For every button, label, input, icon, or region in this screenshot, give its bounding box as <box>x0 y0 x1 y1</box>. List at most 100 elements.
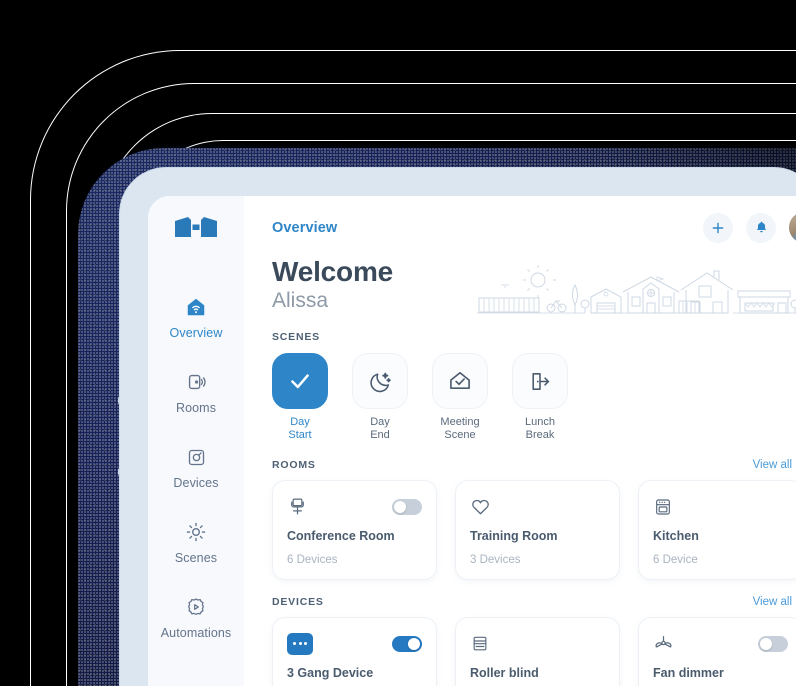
scene-label: Meeting Scene <box>440 416 479 443</box>
sidebar-item-label: Automations <box>160 626 232 640</box>
home-wifi-icon <box>185 294 207 320</box>
brightness-icon <box>185 519 207 545</box>
card-title: Kitchen <box>653 528 699 543</box>
toggle-knob <box>394 500 406 513</box>
rooms-section-header: ROOMS View all <box>272 459 796 471</box>
scene-lunch-break[interactable]: Lunch Break <box>512 353 568 443</box>
room-card-conference-room[interactable]: Conference Room 6 Devices <box>272 479 437 580</box>
brand-logo-icon <box>175 217 217 237</box>
card-top <box>470 494 605 520</box>
scene-label: Day Start <box>288 416 311 443</box>
sidebar: Overview Rooms Devices Scenes Automation… <box>148 196 244 686</box>
scene-label: Day End <box>370 416 390 443</box>
section-title: SCENES <box>272 331 320 343</box>
scene-root: Overview Rooms Devices Scenes Automation… <box>0 0 796 686</box>
bell-icon <box>756 221 766 233</box>
card-top <box>653 631 788 657</box>
room-toggle[interactable] <box>392 498 422 515</box>
scene-tile <box>272 353 328 409</box>
scene-label-line1: Day <box>370 416 390 428</box>
exit-door-icon <box>531 372 549 390</box>
scene-tile <box>512 353 568 409</box>
device-toggle[interactable] <box>758 635 788 652</box>
toggle-knob <box>760 637 772 650</box>
card-top <box>470 631 605 657</box>
moon-stars-icon <box>369 372 391 392</box>
scene-tile <box>432 353 488 409</box>
header-actions <box>703 212 796 243</box>
device-icon <box>186 444 207 470</box>
card-title: Training Room <box>470 528 558 543</box>
door-icon <box>185 369 207 395</box>
rooms-view-all-link[interactable]: View all <box>753 459 792 471</box>
fan-icon <box>653 633 674 654</box>
check-icon <box>291 374 309 389</box>
scene-label-line1: Lunch <box>525 416 555 428</box>
devices-view-all-link[interactable]: View all <box>753 596 792 608</box>
scene-label-line1: Day <box>290 416 310 428</box>
home-check-icon <box>450 371 470 389</box>
oven-icon <box>653 497 673 517</box>
card-subtitle: 6 Device <box>653 553 698 566</box>
scene-label: Lunch Break <box>525 416 555 443</box>
sidebar-item-label: Rooms <box>175 401 217 415</box>
notifications-button[interactable] <box>746 212 776 243</box>
sidebar-item-scenes[interactable]: Scenes <box>148 519 244 565</box>
scene-meeting-scene[interactable]: Meeting Scene <box>432 353 488 443</box>
room-card-training-room[interactable]: Training Room 3 Devices <box>455 479 620 580</box>
sidebar-item-label: Overview <box>169 326 223 340</box>
add-button[interactable] <box>703 212 733 243</box>
card-top <box>287 494 422 520</box>
card-title: Conference Room <box>287 528 395 543</box>
room-card-kitchen[interactable]: Kitchen 6 Device <box>638 479 796 580</box>
gang-switch-icon <box>287 632 313 655</box>
card-top <box>287 631 422 657</box>
scene-label-line2: Start <box>288 429 312 442</box>
device-card-3-gang-device[interactable]: 3 Gang Device <box>272 616 437 686</box>
avatar[interactable] <box>789 212 796 243</box>
welcome-block: Welcome Alissa <box>272 256 796 319</box>
section-title: ROOMS <box>272 458 316 471</box>
heart-icon <box>470 496 491 517</box>
tablet-screen: Overview Rooms Devices Scenes Automation… <box>148 196 796 686</box>
sidebar-item-rooms[interactable]: Rooms <box>148 369 244 415</box>
scene-day-start[interactable]: Day Start <box>272 353 328 443</box>
section-title: DEVICES <box>272 595 324 608</box>
devices-cards: 3 Gang Device Roller blind Fan dimmer <box>272 616 796 686</box>
plus-icon <box>712 222 724 233</box>
card-top <box>653 494 788 520</box>
sidebar-item-label: Devices <box>173 476 219 490</box>
scenes-section-header: SCENES <box>272 331 796 343</box>
card-subtitle: 3 Devices <box>470 553 521 566</box>
scene-label-line1: Meeting <box>440 416 480 428</box>
main-content: Overview Welcome Alissa SCENES Day Start… <box>244 196 796 686</box>
office-chair-icon <box>287 496 308 517</box>
device-card-fan-dimmer[interactable]: Fan dimmer <box>638 616 796 686</box>
card-title: 3 Gang Device <box>287 665 374 680</box>
sidebar-item-label: Scenes <box>174 551 218 565</box>
brand-logo[interactable] <box>172 214 220 240</box>
card-subtitle: 6 Devices <box>287 553 338 566</box>
scene-label-line2: Scene <box>444 429 476 442</box>
roller-blind-icon <box>470 634 490 654</box>
devices-section-header: DEVICES View all <box>272 596 796 608</box>
sidebar-item-automations[interactable]: Automations <box>148 594 244 640</box>
scene-label-line2: End <box>370 429 390 442</box>
card-title: Fan dimmer <box>653 665 724 680</box>
device-card-roller-blind[interactable]: Roller blind <box>455 616 620 686</box>
tablet-device: Overview Rooms Devices Scenes Automation… <box>120 168 796 686</box>
neighborhood-skyline-illustration <box>477 265 796 314</box>
card-title: Roller blind <box>470 665 539 680</box>
page-title: Overview <box>272 219 338 236</box>
scene-label-line2: Break <box>525 429 555 442</box>
scene-day-end[interactable]: Day End <box>352 353 408 443</box>
device-toggle[interactable] <box>392 635 422 652</box>
sidebar-item-overview[interactable]: Overview <box>148 294 244 340</box>
toggle-knob <box>408 637 420 650</box>
scenes-list: Day Start Day End Meeting Scene Lunch Br… <box>272 353 796 443</box>
rooms-cards: Conference Room 6 Devices Training Room <box>272 479 796 580</box>
gear-play-icon <box>185 594 207 620</box>
top-bar: Overview <box>272 212 796 243</box>
sidebar-item-devices[interactable]: Devices <box>148 444 244 490</box>
scene-tile <box>352 353 408 409</box>
